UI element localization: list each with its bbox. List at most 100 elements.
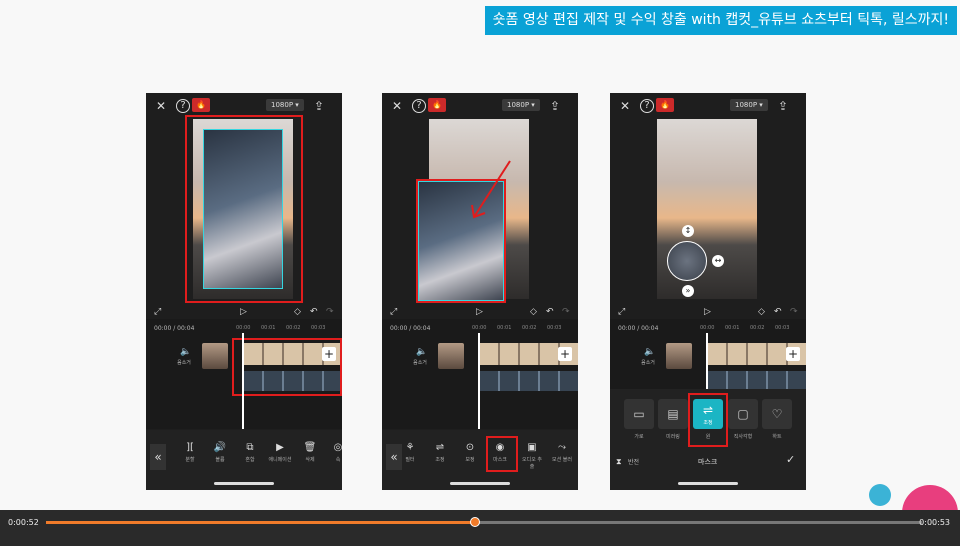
play-icon[interactable]: ▷ bbox=[704, 305, 711, 319]
resize-handle-icon[interactable]: ↔ bbox=[712, 255, 724, 267]
fullscreen-icon[interactable]: ⤢ bbox=[390, 305, 397, 319]
course-title-banner: 숏폼 영상 편집 제작 및 수익 창출 with 캡컷_유튜브 쇼츠부터 틱톡,… bbox=[484, 6, 957, 35]
resolution-dropdown[interactable]: 1080P ▾ bbox=[502, 99, 540, 111]
time-ticks: 00:00 00:01 00:02 00:03 bbox=[236, 325, 326, 331]
fullscreen-icon[interactable]: ⤢ bbox=[154, 305, 161, 319]
flame-badge[interactable]: 🔥 bbox=[428, 98, 446, 112]
mask-option-label: 하트 bbox=[772, 434, 782, 440]
home-indicator bbox=[450, 482, 510, 485]
current-time: 0:00:52 bbox=[8, 518, 39, 527]
help-icon[interactable]: ? bbox=[176, 99, 190, 113]
highlight-box bbox=[232, 338, 342, 396]
tool-volume[interactable]: 🔊 볼륨 bbox=[208, 442, 232, 463]
tool-filter[interactable]: ⚘ 필터 bbox=[398, 442, 422, 463]
tool-speed[interactable]: ◎ 속 bbox=[326, 442, 342, 463]
back-chevron-icon[interactable]: « bbox=[150, 444, 166, 470]
decor-circle-blue bbox=[869, 484, 891, 506]
mask-panel: ▭ 가로 ▤ 미러링 ⇌ 조정 원 ▢ 직사각형 ♡ 하트 ⧗ 반전 마스크 ✓ bbox=[610, 389, 806, 490]
playhead[interactable] bbox=[706, 333, 708, 389]
undo-icon[interactable]: ↶ bbox=[546, 305, 554, 319]
timecode: 00:00 / 00:04 bbox=[618, 325, 659, 332]
mask-option-label: 직사각형 bbox=[733, 434, 753, 440]
mask-option-heart[interactable]: ♡ bbox=[762, 399, 792, 429]
rotate-handle-icon[interactable]: » bbox=[682, 285, 694, 297]
phone-screen-1: ✕ ? 🔥 1080P ▾ ⇪ ⤢ ▷ ◇ ↶ ↷ 00:00 / 00:04 … bbox=[146, 93, 342, 490]
mute-label: 음소거 bbox=[641, 360, 655, 366]
home-indicator bbox=[214, 482, 274, 485]
close-icon[interactable]: ✕ bbox=[620, 99, 630, 113]
flame-badge[interactable]: 🔥 bbox=[192, 98, 210, 112]
overlay-track-clip[interactable] bbox=[480, 371, 578, 391]
editor-topbar: ✕ ? 🔥 1080P ▾ ⇪ bbox=[382, 93, 578, 117]
home-indicator bbox=[678, 482, 738, 485]
resolution-dropdown[interactable]: 1080P ▾ bbox=[266, 99, 304, 111]
playhead[interactable] bbox=[242, 333, 244, 429]
tool-blend[interactable]: ⧉ 혼합 bbox=[238, 442, 262, 463]
timeline: 00:00 / 00:04 00:00 00:01 00:02 00:03 🔈 … bbox=[382, 319, 578, 429]
resolution-dropdown[interactable]: 1080P ▾ bbox=[730, 99, 768, 111]
tool-extract-audio[interactable]: ▣ 오디오 추출 bbox=[520, 442, 544, 470]
seek-handle[interactable] bbox=[470, 517, 481, 527]
editor-topbar: ✕ ? 🔥 1080P ▾ ⇪ bbox=[610, 93, 806, 117]
bottom-toolbar: « ⚘ 필터 ⇌ 조정 ⊙ 보정 ◉ 마스크 ▣ 오디오 추출 ⤳ 모션 블러 bbox=[382, 430, 578, 490]
help-icon[interactable]: ? bbox=[640, 99, 654, 113]
time-ticks: 00:00 00:01 00:02 00:03 bbox=[700, 325, 790, 331]
cover-thumbnail[interactable] bbox=[202, 343, 228, 369]
overlay-track-clip[interactable] bbox=[708, 371, 806, 389]
mute-label: 음소거 bbox=[413, 360, 427, 366]
mask-option-label: 가로 bbox=[634, 434, 644, 440]
close-icon[interactable]: ✕ bbox=[392, 99, 402, 113]
tool-animation[interactable]: ▶ 애니메이션 bbox=[268, 442, 292, 463]
keyframe-icon[interactable]: ◇ bbox=[530, 305, 537, 319]
mask-option-horizontal[interactable]: ▭ bbox=[624, 399, 654, 429]
video-player-bar: 0:00:52 0:00:53 bbox=[0, 510, 960, 546]
circle-mask[interactable] bbox=[667, 241, 707, 281]
tool-adjust[interactable]: ⇌ 조정 bbox=[428, 442, 452, 463]
keyframe-icon[interactable]: ◇ bbox=[758, 305, 765, 319]
invert-label[interactable]: 반전 bbox=[628, 456, 639, 470]
editor-topbar: ✕ ? 🔥 1080P ▾ ⇪ bbox=[146, 93, 342, 117]
mask-option-mirror[interactable]: ▤ bbox=[658, 399, 688, 429]
cover-thumbnail[interactable] bbox=[438, 343, 464, 369]
timecode: 00:00 / 00:04 bbox=[390, 325, 431, 332]
speaker-icon[interactable]: 🔈 bbox=[644, 345, 655, 359]
redo-icon[interactable]: ↷ bbox=[562, 305, 570, 319]
play-icon[interactable]: ▷ bbox=[240, 305, 247, 319]
mask-option-rectangle[interactable]: ▢ bbox=[728, 399, 758, 429]
undo-icon[interactable]: ↶ bbox=[774, 305, 782, 319]
tool-split[interactable]: ][분할 bbox=[178, 442, 202, 463]
undo-icon[interactable]: ↶ bbox=[310, 305, 318, 319]
export-icon[interactable]: ⇪ bbox=[314, 99, 324, 113]
total-time: 0:00:53 bbox=[919, 518, 950, 527]
cover-thumbnail[interactable] bbox=[666, 343, 692, 369]
tool-retouch[interactable]: ⊙ 보정 bbox=[458, 442, 482, 463]
bottom-toolbar: « ][분할 🔊 볼륨 ⧉ 혼합 ▶ 애니메이션 🗑 삭제 ◎ 속 bbox=[146, 430, 342, 490]
export-icon[interactable]: ⇪ bbox=[778, 99, 788, 113]
flame-badge[interactable]: 🔥 bbox=[656, 98, 674, 112]
highlight-box bbox=[688, 393, 728, 447]
fullscreen-icon[interactable]: ⤢ bbox=[618, 305, 625, 319]
export-icon[interactable]: ⇪ bbox=[550, 99, 560, 113]
tool-delete[interactable]: 🗑 삭제 bbox=[298, 442, 322, 463]
mask-panel-title: 마스크 bbox=[698, 458, 718, 466]
confirm-check-icon[interactable]: ✓ bbox=[786, 453, 795, 467]
help-icon[interactable]: ? bbox=[412, 99, 426, 113]
phone-screen-2: ✕ ? 🔥 1080P ▾ ⇪ ⤢ ▷ ◇ ↶ ↷ 00:00 / 00:04 … bbox=[382, 93, 578, 490]
time-ticks: 00:00 00:01 00:02 00:03 bbox=[472, 325, 562, 331]
playhead[interactable] bbox=[478, 333, 480, 429]
redo-icon[interactable]: ↷ bbox=[790, 305, 798, 319]
tool-motion-blur[interactable]: ⤳ 모션 블러 bbox=[550, 442, 574, 463]
speaker-icon[interactable]: 🔈 bbox=[416, 345, 427, 359]
speaker-icon[interactable]: 🔈 bbox=[180, 345, 191, 359]
play-icon[interactable]: ▷ bbox=[476, 305, 483, 319]
add-clip-button[interactable]: + bbox=[558, 347, 572, 361]
invert-icon[interactable]: ⧗ bbox=[616, 455, 622, 469]
mask-option-label: 미러링 bbox=[666, 434, 680, 440]
add-clip-button[interactable]: + bbox=[786, 347, 800, 361]
seek-progress bbox=[46, 521, 476, 524]
keyframe-icon[interactable]: ◇ bbox=[294, 305, 301, 319]
redo-icon[interactable]: ↷ bbox=[326, 305, 334, 319]
mute-label: 음소거 bbox=[177, 360, 191, 366]
close-icon[interactable]: ✕ bbox=[156, 99, 166, 113]
feather-handle-icon[interactable]: ↕ bbox=[682, 225, 694, 237]
